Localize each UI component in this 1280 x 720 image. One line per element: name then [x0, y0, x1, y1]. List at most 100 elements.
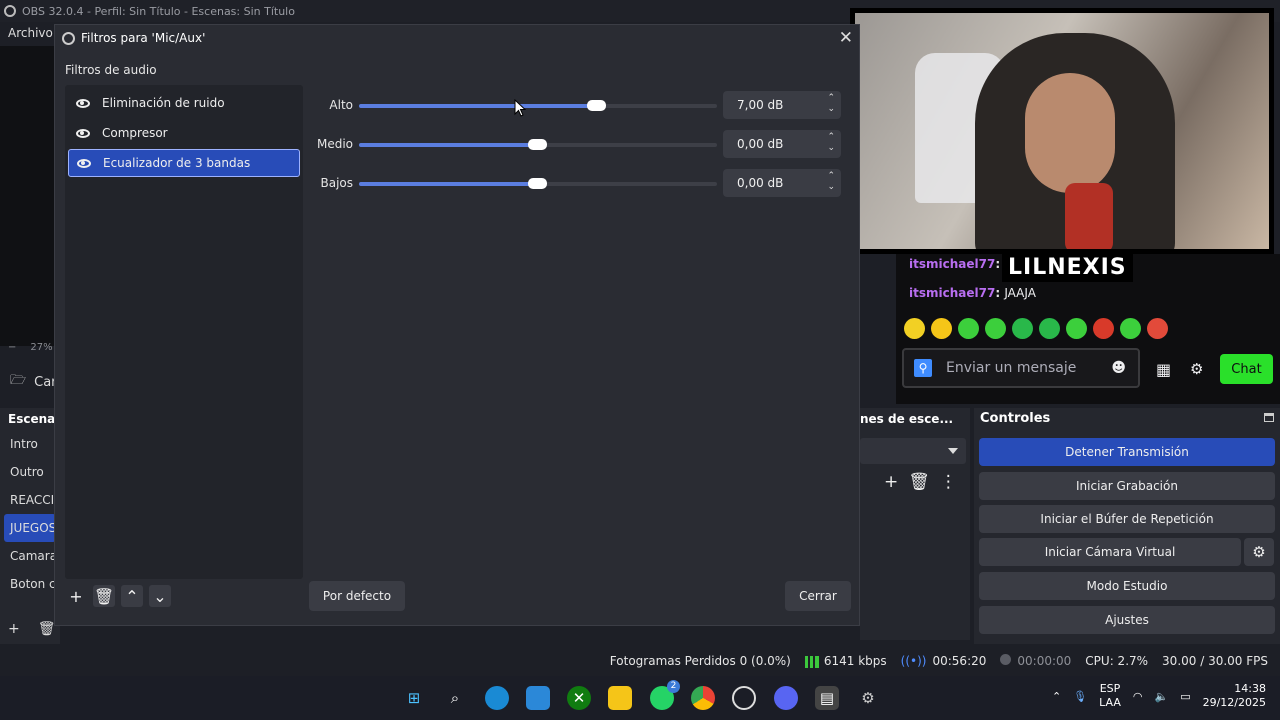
- emote-icon[interactable]: [931, 318, 952, 339]
- defaults-button[interactable]: Por defecto: [309, 581, 405, 611]
- chat-message-input[interactable]: ⚲ Enviar un mensaje ☻: [902, 348, 1140, 388]
- emote-icon[interactable]: [1120, 318, 1141, 339]
- remove-scene-icon[interactable]: 🗑: [38, 621, 56, 637]
- move-up-icon[interactable]: ⌃: [121, 585, 143, 607]
- filter-item-compressor[interactable]: Compresor: [68, 119, 300, 147]
- spinner-arrows-icon[interactable]: ⌃ ⌄: [827, 171, 835, 193]
- store-app-icon[interactable]: [526, 686, 550, 710]
- scene-item-camara[interactable]: Camara: [0, 542, 60, 570]
- settings-button[interactable]: Ajustes: [979, 606, 1275, 634]
- filter-list-toolbar: + 🗑 ⌃ ⌄: [65, 585, 171, 607]
- eq-slider[interactable]: [359, 178, 717, 189]
- battery-icon[interactable]: ▭: [1180, 690, 1190, 703]
- emote-icon[interactable]: [1147, 318, 1168, 339]
- obs-taskbar-icon[interactable]: [732, 686, 756, 710]
- discord-icon[interactable]: [774, 686, 798, 710]
- volume-icon[interactable]: 🔈: [1154, 690, 1168, 703]
- emote-icon[interactable]: [1039, 318, 1060, 339]
- bitrate-value: 6141 kbps: [823, 654, 887, 668]
- chat-username[interactable]: itsmichael77: [909, 257, 995, 271]
- search-icon[interactable]: ⌕: [443, 686, 467, 710]
- settings-gear-icon[interactable]: ⚙: [856, 686, 880, 710]
- chat-settings-icon[interactable]: ⚙: [1190, 360, 1203, 378]
- spinner-arrows-icon[interactable]: ⌃ ⌄: [827, 132, 835, 154]
- chrome-icon[interactable]: [691, 686, 715, 710]
- filter-item-3-band-eq[interactable]: Ecualizador de 3 bandas: [68, 149, 300, 177]
- undock-icon[interactable]: [1264, 413, 1274, 422]
- chat-username[interactable]: itsmichael77: [909, 286, 995, 300]
- chevron-up-icon[interactable]: ⌃: [1052, 690, 1061, 703]
- visibility-eye-icon[interactable]: [76, 98, 90, 108]
- folder-icon: 🗁: [10, 373, 27, 388]
- eq-value-spinbox[interactable]: 0,00 dB ⌃ ⌄: [723, 169, 841, 197]
- dialog-title-bar: Filtros para 'Mic/Aux': [55, 25, 859, 51]
- camera-row[interactable]: 🗁 Car: [0, 366, 60, 398]
- emote-icon[interactable]: [1066, 318, 1087, 339]
- edge-browser-icon[interactable]: [485, 686, 509, 710]
- eq-slider-handle[interactable]: [587, 100, 607, 111]
- eq-value-spinbox[interactable]: 0,00 dB ⌃ ⌄: [723, 130, 841, 158]
- eq-value-spinbox[interactable]: 7,00 dB ⌃ ⌄: [723, 91, 841, 119]
- mouse-cursor-icon: [514, 99, 526, 117]
- pin-icon[interactable]: ⚲: [914, 359, 932, 377]
- clapper-app-icon[interactable]: ▤: [815, 686, 839, 710]
- scene-item-juegos[interactable]: JUEGOS: [4, 514, 56, 542]
- emoji-icon[interactable]: ☻: [1111, 360, 1126, 376]
- eq-slider[interactable]: [359, 100, 717, 111]
- visibility-eye-icon[interactable]: [77, 158, 91, 168]
- trash-icon[interactable]: 🗑: [908, 472, 930, 492]
- emote-icon[interactable]: [1093, 318, 1114, 339]
- file-explorer-icon[interactable]: [608, 686, 632, 710]
- emote-icon[interactable]: [1012, 318, 1033, 339]
- close-icon[interactable]: ✕: [839, 28, 853, 48]
- emote-icon[interactable]: [985, 318, 1006, 339]
- xbox-icon[interactable]: ✕: [567, 686, 591, 710]
- scene-item-reaccion[interactable]: REACCIO: [0, 486, 60, 514]
- emote-icon[interactable]: [958, 318, 979, 339]
- close-button[interactable]: Cerrar: [785, 581, 851, 611]
- record-time: 00:00:00: [1017, 654, 1072, 668]
- eq-slider-handle[interactable]: [528, 139, 547, 150]
- add-scene-icon[interactable]: +: [8, 621, 20, 637]
- zoom-out-icon[interactable]: −: [8, 342, 16, 360]
- input-language[interactable]: ESP LAA: [1099, 682, 1121, 710]
- spinner-arrows-icon[interactable]: ⌃ ⌄: [827, 93, 835, 115]
- windows-start-icon[interactable]: ⊞: [402, 686, 426, 710]
- stream-time: 00:56:20: [932, 654, 987, 668]
- add-filter-icon[interactable]: +: [65, 585, 87, 607]
- menu-archivo[interactable]: Archivo: [0, 22, 60, 46]
- dropped-frames: Fotogramas Perdidos 0 (0.0%): [609, 654, 791, 668]
- eq-value: 7,00 dB: [737, 98, 784, 112]
- add-source-icon[interactable]: +: [884, 472, 898, 492]
- eq-slider-handle[interactable]: [528, 178, 547, 189]
- wifi-icon[interactable]: ◠: [1133, 690, 1143, 703]
- emote-icon[interactable]: [904, 318, 925, 339]
- scene-item-intro[interactable]: Intro: [0, 430, 60, 458]
- chat-send-button[interactable]: Chat: [1220, 354, 1273, 384]
- visibility-eye-icon[interactable]: [76, 128, 90, 138]
- source-filter-select[interactable]: [860, 438, 966, 464]
- controls-title: Controles: [980, 411, 1051, 426]
- remove-filter-icon[interactable]: 🗑: [93, 585, 115, 607]
- virtual-camera-settings-icon[interactable]: ⚙: [1244, 538, 1274, 566]
- store-icon[interactable]: ▦: [1156, 360, 1171, 379]
- microphone-icon[interactable]: 🎙: [1073, 690, 1087, 703]
- stop-stream-button[interactable]: Detener Transmisión: [979, 438, 1275, 466]
- more-icon[interactable]: ⋮: [940, 472, 957, 492]
- start-virtual-camera-button[interactable]: Iniciar Cámara Virtual: [979, 538, 1241, 566]
- studio-mode-button[interactable]: Modo Estudio: [979, 572, 1275, 600]
- clock[interactable]: 14:38 29/12/2025: [1203, 682, 1266, 710]
- filter-label: Ecualizador de 3 bandas: [103, 156, 251, 170]
- scene-item-boton[interactable]: Boton c: [0, 570, 60, 598]
- move-down-icon[interactable]: ⌄: [149, 585, 171, 607]
- chat-text: JAAJA: [1004, 286, 1036, 300]
- whatsapp-icon[interactable]: 2: [650, 680, 680, 710]
- eq-slider[interactable]: [359, 139, 717, 150]
- scene-item-outro[interactable]: Outro: [0, 458, 60, 486]
- start-replay-buffer-button[interactable]: Iniciar el Búfer de Repetición: [979, 505, 1275, 533]
- chat-message: itsmichael77: JAAJA: [909, 286, 1036, 300]
- start-recording-button[interactable]: Iniciar Grabación: [979, 472, 1275, 500]
- obs-logo-icon: [62, 31, 75, 45]
- record-time-indicator: 00:00:00: [1000, 654, 1071, 668]
- filter-item-noise-suppression[interactable]: Eliminación de ruido: [68, 89, 300, 117]
